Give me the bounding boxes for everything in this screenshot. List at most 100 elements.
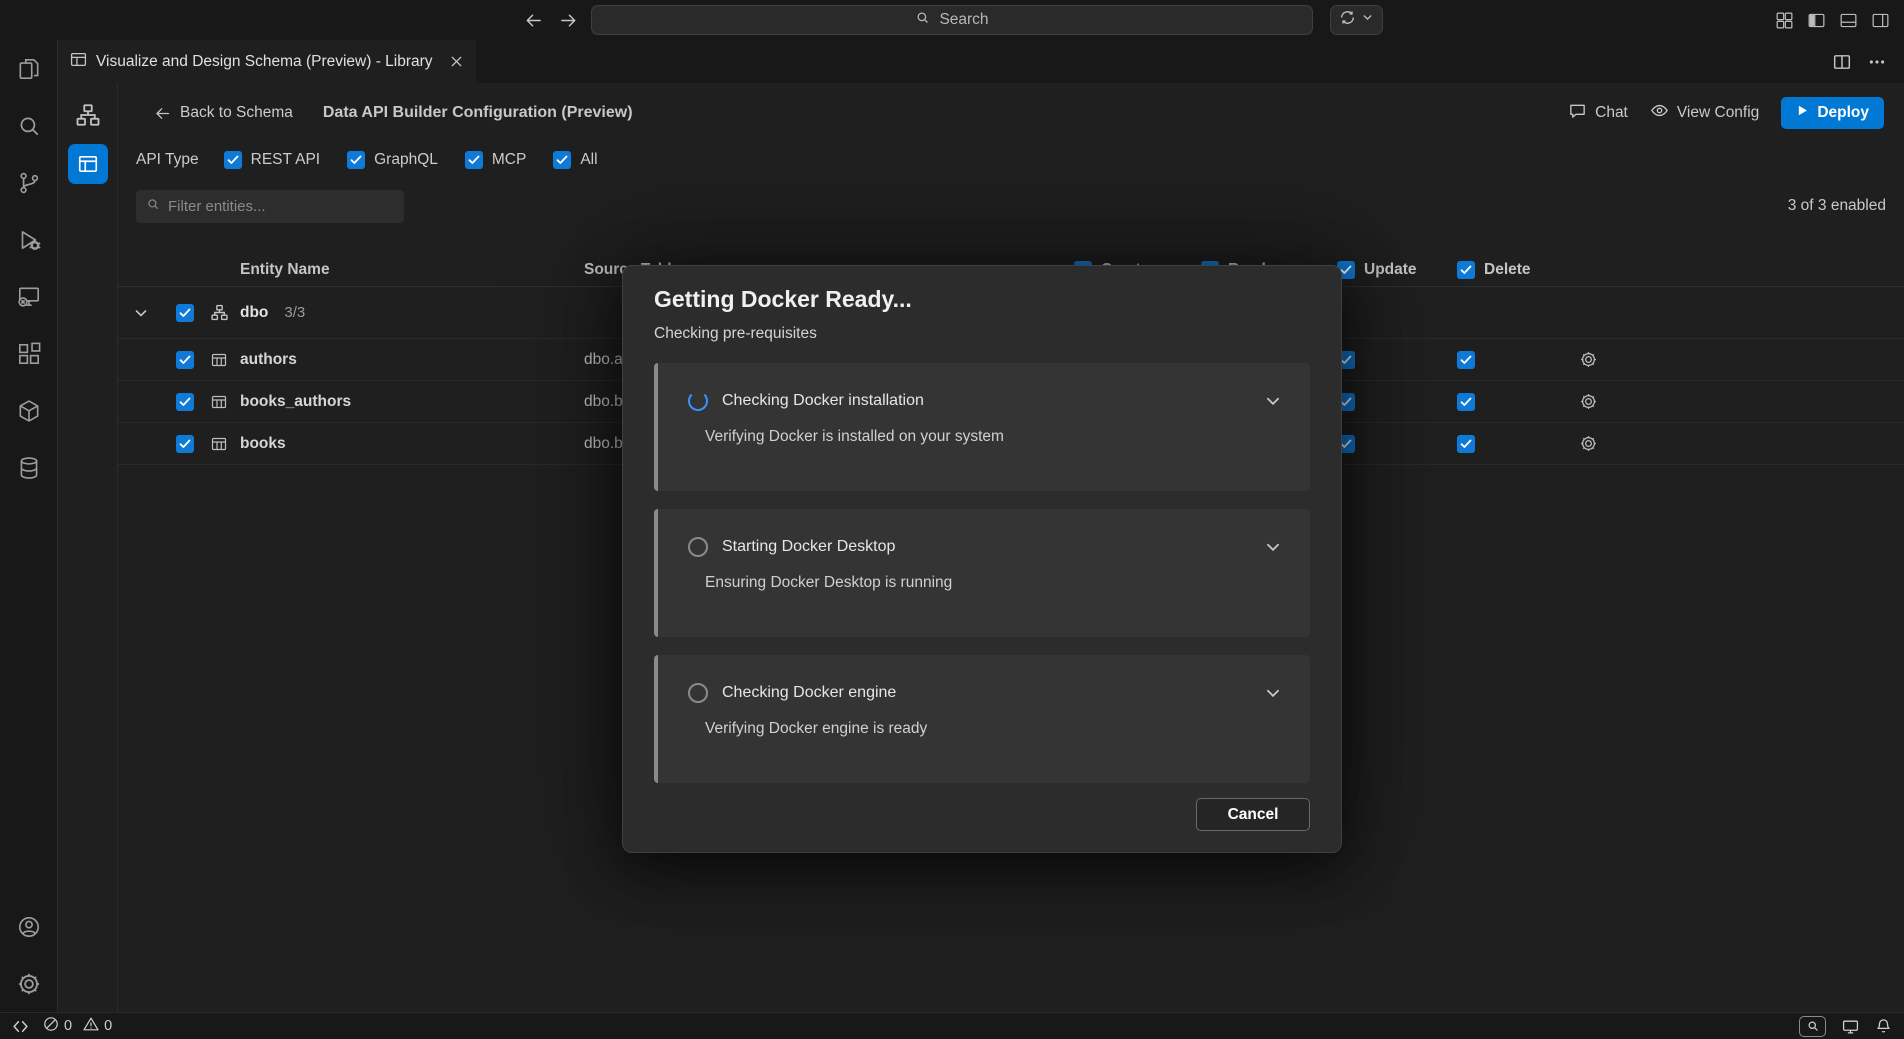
mcp-checkbox[interactable]: MCP [465, 151, 526, 169]
select-all-delete-checkbox[interactable] [1457, 261, 1475, 279]
step-description: Verifying Docker engine is ready [705, 720, 1310, 738]
screencast-icon[interactable] [1842, 1018, 1859, 1035]
all-checkbox[interactable]: All [553, 151, 597, 169]
pending-circle-icon [688, 537, 708, 557]
entity-settings-gear-icon[interactable] [1562, 392, 1904, 411]
window-layout-controls [1775, 0, 1890, 40]
col-delete: Delete [1447, 261, 1562, 279]
cancel-button[interactable]: Cancel [1196, 798, 1310, 831]
sql-connection-icon[interactable] [0, 268, 58, 325]
step-description: Ensuring Docker Desktop is running [705, 574, 1310, 592]
step-docker-engine: Checking Docker engine Verifying Docker … [654, 655, 1310, 783]
title-bar: Search [0, 0, 1904, 40]
search-icon [915, 10, 930, 30]
table-icon [211, 394, 227, 410]
checkbox-checked[interactable] [224, 151, 242, 169]
all-label: All [580, 151, 597, 169]
status-bar-right [1799, 1016, 1892, 1037]
delete-checkbox[interactable] [1457, 435, 1475, 453]
graphql-label: GraphQL [374, 151, 438, 169]
search-bar[interactable]: Search [591, 5, 1313, 35]
session-dropdown[interactable] [1330, 5, 1383, 35]
table-icon [211, 436, 227, 452]
enabled-summary: 3 of 3 enabled [1788, 197, 1886, 215]
chat-label: Chat [1595, 104, 1628, 122]
extensions-icon[interactable] [0, 325, 58, 382]
page-title: Data API Builder Configuration (Preview) [323, 104, 633, 122]
error-count: 0 [64, 1018, 72, 1034]
checkbox-checked[interactable] [347, 151, 365, 169]
chevron-down-icon[interactable] [133, 305, 149, 321]
checkbox-checked[interactable] [553, 151, 571, 169]
warning-icon [83, 1016, 99, 1036]
accounts-icon[interactable] [0, 898, 58, 955]
close-icon[interactable] [449, 54, 464, 69]
problems-indicator[interactable]: 0 0 [43, 1016, 112, 1036]
sync-icon [1339, 9, 1356, 31]
toggle-panel-icon[interactable] [1839, 11, 1858, 30]
chevron-down-icon[interactable] [1264, 684, 1282, 702]
chevron-down-icon [1361, 11, 1374, 29]
settings-gear-icon[interactable] [0, 955, 58, 1012]
api-type-label: API Type [136, 151, 199, 169]
group-checkbox[interactable] [176, 304, 194, 322]
schema-tab-icon [70, 51, 87, 73]
checkbox-checked[interactable] [465, 151, 483, 169]
database-projects-icon[interactable] [0, 439, 58, 496]
search-view-icon[interactable] [0, 97, 58, 154]
view-config-button[interactable]: View Config [1650, 101, 1759, 125]
split-editor-icon[interactable] [1833, 53, 1851, 71]
warning-count: 0 [104, 1018, 112, 1034]
group-count: 3/3 [284, 304, 305, 321]
zoom-indicator[interactable] [1799, 1016, 1826, 1037]
editor-actions [1833, 40, 1904, 83]
toggle-secondary-sidebar-icon[interactable] [1871, 11, 1890, 30]
chevron-down-icon[interactable] [1264, 538, 1282, 556]
spinner-icon [688, 391, 708, 411]
schema-visualizer-icon[interactable] [68, 95, 108, 135]
dialog-title: Getting Docker Ready... [654, 286, 1310, 313]
explorer-icon[interactable] [0, 40, 58, 97]
tab-visualize-design-schema[interactable]: Visualize and Design Schema (Preview) - … [58, 40, 476, 83]
step-docker-desktop: Starting Docker Desktop Ensuring Docker … [654, 509, 1310, 637]
error-icon [43, 1016, 59, 1036]
chevron-down-icon[interactable] [1264, 392, 1282, 410]
more-actions-icon[interactable] [1868, 53, 1886, 71]
row-checkbox[interactable] [176, 393, 194, 411]
back-arrow-icon[interactable] [524, 11, 543, 30]
remote-indicator[interactable] [12, 1018, 29, 1035]
step-label: Starting Docker Desktop [722, 538, 895, 556]
col-entity-name: Entity Name [234, 261, 584, 279]
deploy-label: Deploy [1817, 104, 1869, 122]
filter-entities-input[interactable] [168, 198, 394, 215]
delete-checkbox[interactable] [1457, 351, 1475, 369]
header-actions: Chat View Config [1568, 97, 1884, 129]
row-checkbox[interactable] [176, 435, 194, 453]
toggle-primary-sidebar-icon[interactable] [1807, 11, 1826, 30]
customize-layout-icon[interactable] [1775, 11, 1794, 30]
source-control-icon[interactable] [0, 154, 58, 211]
history-nav [524, 0, 578, 40]
docker-ready-dialog: Getting Docker Ready... Checking pre-req… [622, 265, 1342, 853]
back-to-schema-link[interactable]: Back to Schema [154, 104, 293, 122]
search-label: Search [939, 11, 988, 29]
notifications-bell-icon[interactable] [1875, 1018, 1892, 1035]
filter-entities-box[interactable] [136, 190, 404, 223]
entity-settings-gear-icon[interactable] [1562, 434, 1904, 453]
containers-icon[interactable] [0, 382, 58, 439]
row-checkbox[interactable] [176, 351, 194, 369]
rest-api-checkbox[interactable]: REST API [224, 151, 321, 169]
graphql-checkbox[interactable]: GraphQL [347, 151, 438, 169]
api-type-row: API Type REST API GraphQL MCP [118, 145, 1904, 175]
group-name: dbo [240, 304, 268, 322]
run-debug-icon[interactable] [0, 211, 58, 268]
delete-checkbox[interactable] [1457, 393, 1475, 411]
entity-settings-gear-icon[interactable] [1562, 350, 1904, 369]
entity-name: authors [234, 351, 584, 369]
table-designer-icon[interactable] [68, 144, 108, 184]
step-docker-installation: Checking Docker installation Verifying D… [654, 363, 1310, 491]
deploy-button[interactable]: Deploy [1781, 97, 1884, 129]
forward-arrow-icon[interactable] [559, 11, 578, 30]
page-header: Back to Schema Data API Builder Configur… [118, 95, 1904, 131]
chat-button[interactable]: Chat [1568, 101, 1628, 125]
